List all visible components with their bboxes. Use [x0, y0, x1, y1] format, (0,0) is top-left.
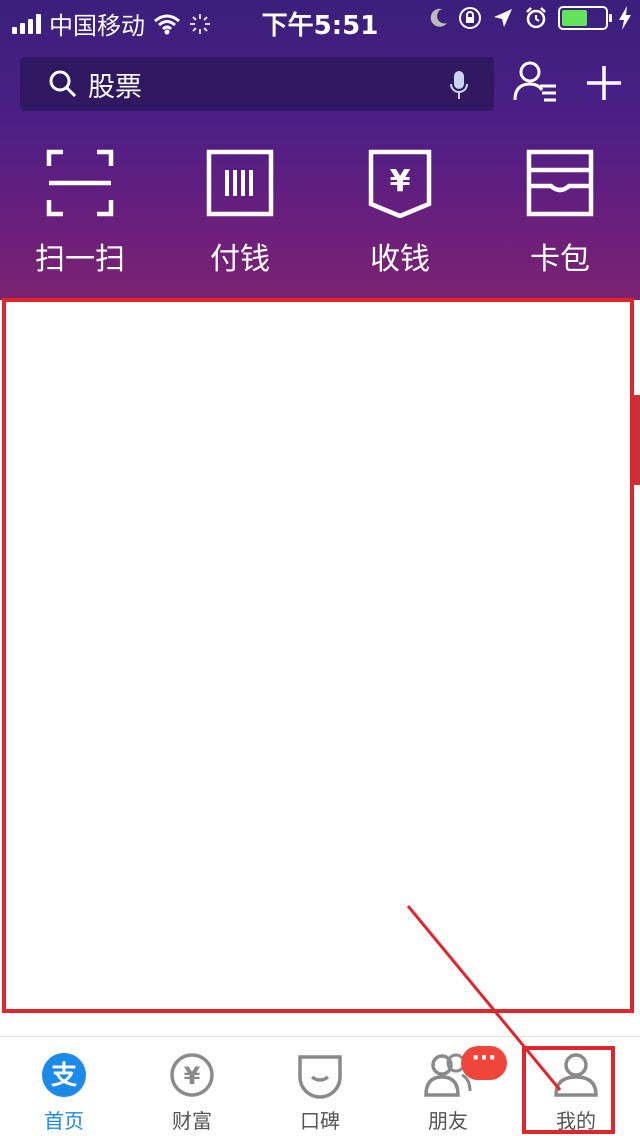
contacts-icon[interactable] [512, 60, 558, 104]
scan-icon [46, 149, 114, 217]
search-bar[interactable]: 股票 [20, 57, 494, 111]
quick-action-label: 扫一扫 [35, 242, 125, 277]
koubei-icon [298, 1055, 342, 1099]
quick-action-receive[interactable]: ¥ 收钱 [320, 140, 480, 278]
battery-icon [558, 6, 612, 30]
svg-text:支: 支 [51, 1061, 77, 1091]
friends-notification-badge: ··· [461, 1046, 507, 1080]
receive-yuan-icon: ¥ [368, 149, 432, 219]
quick-action-pay[interactable]: 付钱 [160, 140, 320, 278]
side-strip [634, 395, 640, 485]
status-bar: 中国移动 下午5:51 [0, 0, 640, 42]
tab-label: 口碑 [300, 1109, 340, 1133]
wealth-yuan-icon: ¥ [170, 1053, 214, 1097]
pay-barcode-icon [206, 149, 274, 217]
alarm-icon [526, 7, 546, 29]
mine-tab-highlight [522, 1046, 615, 1134]
moon-icon [430, 8, 447, 27]
tab-home[interactable]: 支 首页 [0, 1051, 128, 1134]
content-area-highlight [2, 298, 634, 1013]
tab-koubei[interactable]: 口碑 [256, 1051, 384, 1134]
tab-label: 朋友 [428, 1109, 468, 1133]
alipay-home-icon: 支 [42, 1053, 86, 1097]
quick-action-label: 付钱 [210, 242, 270, 277]
tab-wealth[interactable]: ¥ 财富 [128, 1051, 256, 1134]
quick-action-cards[interactable]: 卡包 [480, 140, 640, 278]
location-icon [494, 9, 512, 27]
card-wallet-icon [526, 149, 594, 217]
quick-action-scan[interactable]: 扫一扫 [0, 140, 160, 278]
search-input[interactable]: 股票 [88, 65, 142, 104]
rotation-lock-icon [459, 7, 481, 29]
svg-text:¥: ¥ [184, 1062, 201, 1090]
tab-label: 首页 [44, 1109, 84, 1133]
quick-action-label: 收钱 [370, 242, 430, 277]
svg-text:¥: ¥ [390, 164, 411, 199]
charging-bolt-icon [619, 6, 631, 30]
microphone-icon[interactable] [450, 70, 468, 100]
tab-label: 财富 [172, 1109, 212, 1133]
header: 中国移动 下午5:51 股票 扫一扫 付钱 ¥ 收钱 卡包 [0, 0, 640, 300]
search-icon [49, 70, 77, 98]
add-icon[interactable] [586, 60, 622, 104]
quick-action-label: 卡包 [530, 242, 590, 277]
